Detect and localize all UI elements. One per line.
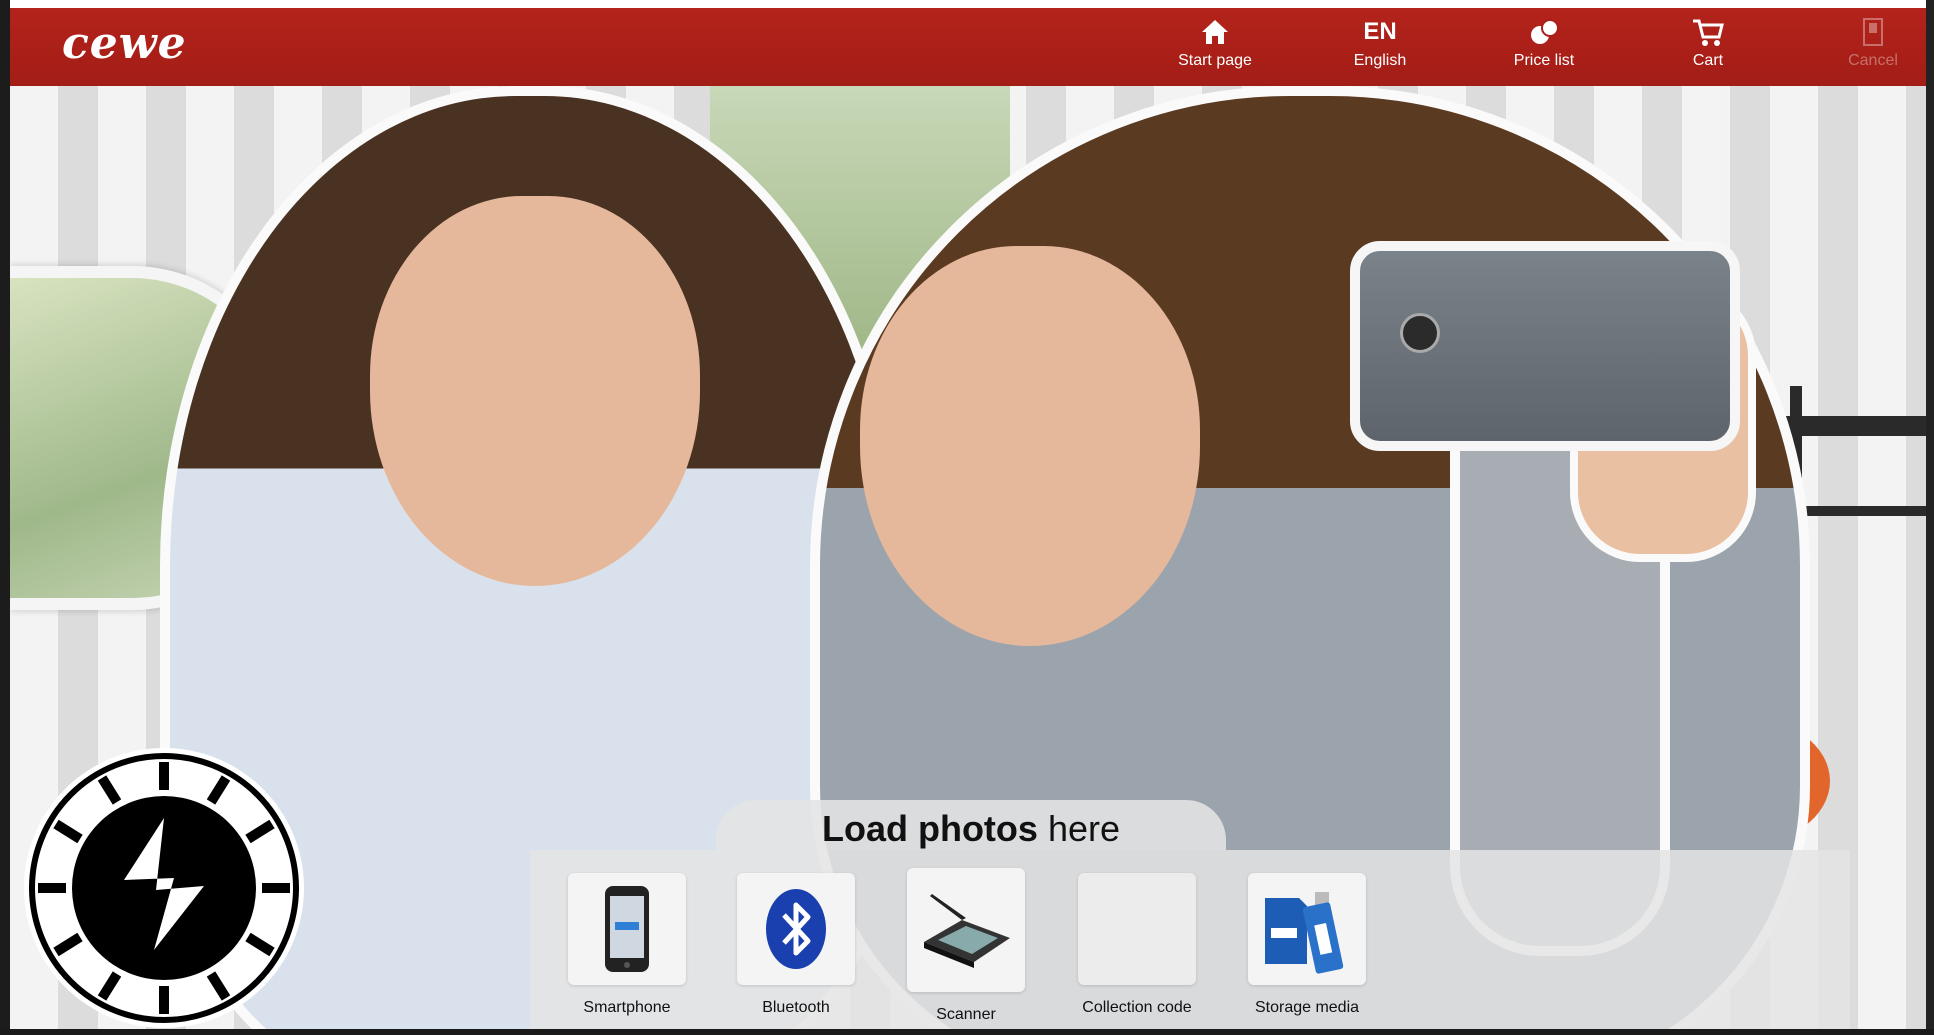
bluetooth-icon	[737, 873, 855, 985]
screen-frame-left	[0, 0, 10, 1035]
screen-frame-bottom	[0, 1029, 1934, 1035]
option-collection-code[interactable]: Collection code	[1072, 873, 1202, 1017]
option-smartphone-label: Smartphone	[583, 999, 671, 1016]
nav-cancel-label: Cancel	[1848, 52, 1898, 69]
header-bar: cewe Start page EN English Price list Ca…	[10, 8, 1926, 86]
language-code: EN	[1363, 18, 1397, 45]
phone-camera	[1400, 313, 1440, 353]
nav-start-page[interactable]: Start page	[1155, 14, 1275, 82]
cancel-icon	[1813, 14, 1933, 50]
option-scanner[interactable]: Scanner	[901, 868, 1031, 1024]
option-collection-code-label: Collection code	[1082, 999, 1192, 1016]
woman-right-face	[860, 246, 1200, 646]
home-icon	[1155, 14, 1275, 50]
screen-frame-right	[1926, 0, 1934, 1035]
load-photos-title-bold: Load photos	[821, 808, 1038, 849]
price-list-icon	[1484, 14, 1604, 50]
smartphone-icon	[568, 873, 686, 985]
option-scanner-label: Scanner	[936, 1006, 996, 1023]
scanner-icon	[907, 868, 1025, 992]
nav-price-list-label: Price list	[1513, 52, 1575, 69]
nav-cancel[interactable]: Cancel	[1813, 14, 1933, 82]
cart-icon	[1648, 14, 1768, 50]
collection-code-icon	[1078, 873, 1196, 985]
nav-start-page-label: Start page	[1178, 52, 1252, 69]
woman-left-face	[370, 196, 700, 586]
nav-language[interactable]: EN English	[1320, 14, 1440, 82]
nav-price-list[interactable]: Price list	[1484, 14, 1604, 82]
option-smartphone[interactable]: Smartphone	[562, 873, 692, 1017]
load-photos-title-rest: here	[1047, 808, 1121, 849]
cewe-logo: cewe	[62, 18, 187, 69]
option-storage-media[interactable]: Storage media	[1242, 873, 1372, 1017]
nav-cart-label: Cart	[1692, 52, 1724, 69]
storage-media-icon	[1248, 873, 1366, 985]
option-storage-media-label: Storage media	[1254, 999, 1360, 1016]
smartphone-in-hand	[1350, 241, 1740, 451]
option-bluetooth-label: Bluetooth	[762, 999, 830, 1016]
load-photos-title: Load photos here	[716, 800, 1226, 850]
option-bluetooth[interactable]: Bluetooth	[731, 873, 861, 1017]
nav-language-label: English	[1353, 52, 1407, 69]
nav-cart[interactable]: Cart	[1648, 14, 1768, 82]
camera-app-badge-icon	[14, 740, 314, 1030]
screen-frame-top	[0, 0, 1934, 8]
